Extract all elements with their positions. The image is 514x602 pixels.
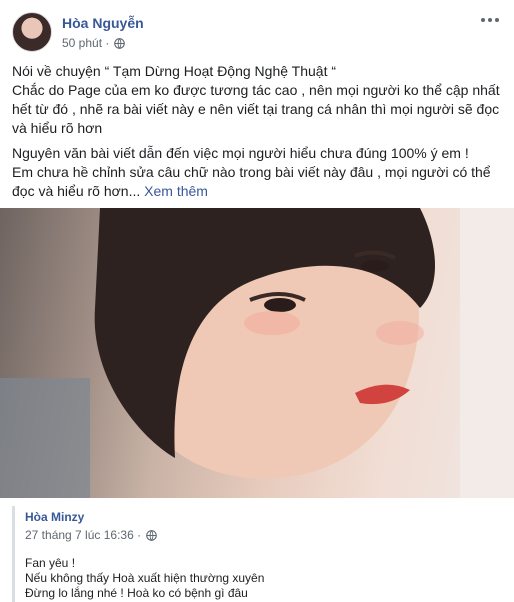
post-time[interactable]: 50 phút · bbox=[62, 36, 109, 50]
see-more-link[interactable]: Xem thêm bbox=[144, 183, 208, 199]
avatar[interactable] bbox=[12, 12, 52, 52]
shared-time[interactable]: 27 tháng 7 lúc 16:36 · bbox=[25, 528, 141, 542]
post-meta: 50 phút · bbox=[62, 36, 126, 50]
globe-icon bbox=[114, 37, 126, 49]
author-name[interactable]: Hòa Nguyễn bbox=[62, 15, 144, 31]
shared-line: Fan yêu ! bbox=[25, 556, 76, 570]
post-body: Nói về chuyện “ Tạm Dừng Hoạt Động Nghệ … bbox=[12, 62, 502, 207]
globe-icon bbox=[146, 529, 157, 541]
more-options-icon[interactable] bbox=[478, 12, 502, 28]
shared-line: Nếu không thấy Hoà xuất hiện thường xuyê… bbox=[25, 571, 265, 585]
facebook-post: Hòa Nguyễn 50 phút · Nói về chuyện “ Tạm… bbox=[0, 0, 514, 602]
post-paragraph-2-text: Nguyên văn bài viết dẫn đến việc mọi ngư… bbox=[12, 145, 491, 199]
shared-meta: 27 tháng 7 lúc 16:36 · bbox=[25, 528, 157, 542]
shared-text: Fan yêu ! Nếu không thấy Hoà xuất hiện t… bbox=[25, 556, 264, 601]
post-paragraph-2: Nguyên văn bài viết dẫn đến việc mọi ngư… bbox=[12, 144, 502, 201]
shared-line: Đừng lo lắng nhé ! Hoà ko có bệnh gì đâu bbox=[25, 586, 248, 600]
photo-illustration bbox=[0, 208, 514, 498]
post-header: Hòa Nguyễn 50 phút · bbox=[12, 12, 502, 54]
post-photo[interactable] bbox=[0, 208, 514, 498]
shared-post[interactable]: Hòa Minzy 27 tháng 7 lúc 16:36 · Fan yêu… bbox=[12, 506, 502, 602]
shared-author-name[interactable]: Hòa Minzy bbox=[25, 510, 84, 524]
post-paragraph-1: Nói về chuyện “ Tạm Dừng Hoạt Động Nghệ … bbox=[12, 63, 500, 136]
